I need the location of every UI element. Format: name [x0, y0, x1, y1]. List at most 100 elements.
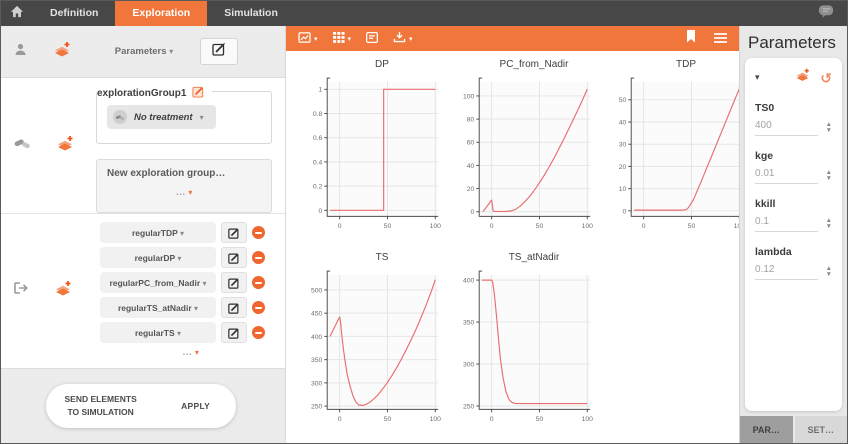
stepper-down-icon[interactable]: ▼ — [826, 224, 832, 230]
send-elements-to-simulation-button[interactable]: SEND ELEMENTSTO SIMULATION — [46, 384, 155, 428]
add-output-layer-icon[interactable] — [53, 279, 73, 303]
parameter-value-input[interactable]: 0.01 — [755, 168, 818, 184]
chart-type-dropdown[interactable]: ▾ — [298, 30, 318, 48]
svg-text:0: 0 — [490, 223, 494, 230]
new-exploration-group-card[interactable]: New exploration group… … ▾ — [96, 159, 272, 213]
edit-output-button[interactable] — [221, 272, 247, 293]
output-dropdown-regularPC_from_Nadir[interactable]: regularPC_from_Nadir ▾ — [100, 272, 216, 293]
svg-text:0: 0 — [642, 223, 646, 230]
parameter-label: TS0 — [755, 102, 832, 114]
caret-down-icon: ▾ — [203, 279, 207, 288]
remove-output-icon[interactable] — [252, 226, 265, 239]
panel-tabs: PAR… SET… — [740, 416, 847, 443]
remove-output-icon[interactable] — [252, 326, 265, 339]
edit-output-button[interactable] — [221, 247, 247, 268]
caret-down-icon: ▾ — [177, 329, 181, 338]
caret-down-icon: ▾ — [314, 35, 318, 43]
svg-text:0: 0 — [338, 416, 342, 423]
parameter-value-input[interactable]: 0.1 — [755, 216, 818, 232]
stepper-control[interactable]: ▲▼ — [826, 122, 832, 134]
chart-title: TDP — [624, 59, 748, 72]
svg-text:400: 400 — [463, 278, 475, 285]
collapse-caret-icon[interactable]: ▾ — [755, 72, 760, 83]
home-button[interactable] — [1, 5, 33, 23]
tab-parameters[interactable]: PAR… — [740, 416, 793, 443]
reset-parameters-icon[interactable]: ↺ — [820, 72, 832, 84]
pills-icon — [13, 136, 31, 156]
svg-text:60: 60 — [467, 140, 475, 147]
tab-definition[interactable]: Definition — [33, 1, 115, 26]
svg-text:0.4: 0.4 — [313, 159, 323, 166]
stepper-control[interactable]: ▲▼ — [826, 218, 832, 230]
apply-button[interactable]: APPLY — [155, 384, 236, 428]
svg-text:250: 250 — [311, 404, 323, 411]
parameters-panel-title: Parameters — [740, 26, 847, 58]
stepper-control[interactable]: ▲▼ — [826, 266, 832, 278]
edit-group-icon[interactable] — [192, 85, 205, 101]
layout-grid-dropdown[interactable]: ▾ — [333, 30, 352, 48]
stepper-down-icon[interactable]: ▼ — [826, 272, 832, 278]
edit-output-button[interactable] — [221, 222, 247, 243]
parameters-dropdown[interactable]: Parameters ▾ — [96, 46, 192, 57]
svg-text:80: 80 — [467, 117, 475, 124]
home-icon — [10, 5, 24, 23]
parameter-value-input[interactable]: 400 — [755, 120, 818, 136]
add-parameters-layer-icon[interactable] — [794, 67, 811, 88]
edit-output-button[interactable] — [221, 322, 247, 343]
download-dropdown[interactable]: ▾ — [393, 30, 413, 48]
svg-text:40: 40 — [619, 119, 627, 126]
svg-text:0: 0 — [338, 223, 342, 230]
svg-text:20: 20 — [467, 186, 475, 193]
chart-plot: 01020304050050100 — [602, 72, 748, 242]
caret-down-icon: ▾ — [169, 47, 173, 56]
svg-text:0: 0 — [319, 208, 323, 215]
chart-title: PC_from_Nadir — [472, 59, 596, 72]
output-dropdown-regularDP[interactable]: regularDP ▾ — [100, 247, 216, 268]
chart-plot: 250300350400450500050100 — [298, 265, 444, 435]
add-exploration-layer-icon[interactable] — [52, 40, 72, 64]
exploration-group-name: explorationGroup1 — [97, 88, 186, 99]
edit-parameters-button[interactable] — [200, 38, 238, 65]
remove-output-icon[interactable] — [252, 276, 265, 289]
svg-text:0.6: 0.6 — [313, 135, 323, 142]
tab-exploration[interactable]: Exploration — [115, 1, 207, 26]
remove-output-icon[interactable] — [252, 301, 265, 314]
parameter-value-input[interactable]: 0.12 — [755, 264, 818, 280]
stepper-down-icon[interactable]: ▼ — [826, 176, 832, 182]
svg-text:50: 50 — [384, 223, 392, 230]
exploration-sidebar: Parameters ▾ — [1, 26, 286, 443]
parameter-field-TS0: TS0 400 ▲▼ — [755, 102, 832, 136]
output-dropdown-regularTS_atNadir[interactable]: regularTS_atNadir ▾ — [100, 297, 216, 318]
output-row: regularTDP ▾ — [100, 222, 285, 243]
add-group-layer-icon[interactable] — [55, 134, 75, 158]
new-group-more-dropdown[interactable]: … ▾ — [107, 187, 261, 198]
output-dropdown-regularTDP[interactable]: regularTDP ▾ — [100, 222, 216, 243]
treatment-dropdown[interactable]: No treatment ▾ — [107, 105, 216, 129]
tab-settings[interactable]: SET… — [795, 416, 848, 443]
chart-DP: DP 00.20.40.60.81050100 — [298, 59, 444, 242]
svg-text:20: 20 — [619, 164, 627, 171]
svg-text:100: 100 — [463, 93, 475, 100]
edit-output-button[interactable] — [221, 297, 247, 318]
output-dropdown-regularTS[interactable]: regularTS ▾ — [100, 322, 216, 343]
comment-button[interactable] — [818, 4, 835, 24]
caret-down-icon: ▾ — [180, 229, 184, 238]
parameters-section-strip — [1, 26, 96, 77]
tab-simulation[interactable]: Simulation — [207, 1, 295, 26]
output-row: regularDP ▾ — [100, 247, 285, 268]
chart-icon — [298, 30, 311, 48]
svg-text:0: 0 — [490, 416, 494, 423]
stepper-control[interactable]: ▲▼ — [826, 170, 832, 182]
caret-down-icon: ▾ — [200, 113, 204, 122]
menu-icon[interactable] — [714, 30, 727, 48]
outputs-more-dropdown[interactable]: … ▾ — [96, 347, 285, 358]
remove-output-icon[interactable] — [252, 251, 265, 264]
charts-grid: DP 00.20.40.60.81050100 PC_from_Nadir 02… — [286, 51, 739, 443]
stepper-down-icon[interactable]: ▼ — [826, 128, 832, 134]
bookmark-icon[interactable] — [686, 30, 696, 48]
parameter-field-kge: kge 0.01 ▲▼ — [755, 150, 832, 184]
svg-text:10: 10 — [619, 186, 627, 193]
parameters-card: ▾ ↺ TS0 400 ▲▼ kge — [745, 58, 842, 411]
parameters-section: Parameters ▾ — [1, 26, 285, 78]
table-view-button[interactable] — [366, 30, 378, 48]
